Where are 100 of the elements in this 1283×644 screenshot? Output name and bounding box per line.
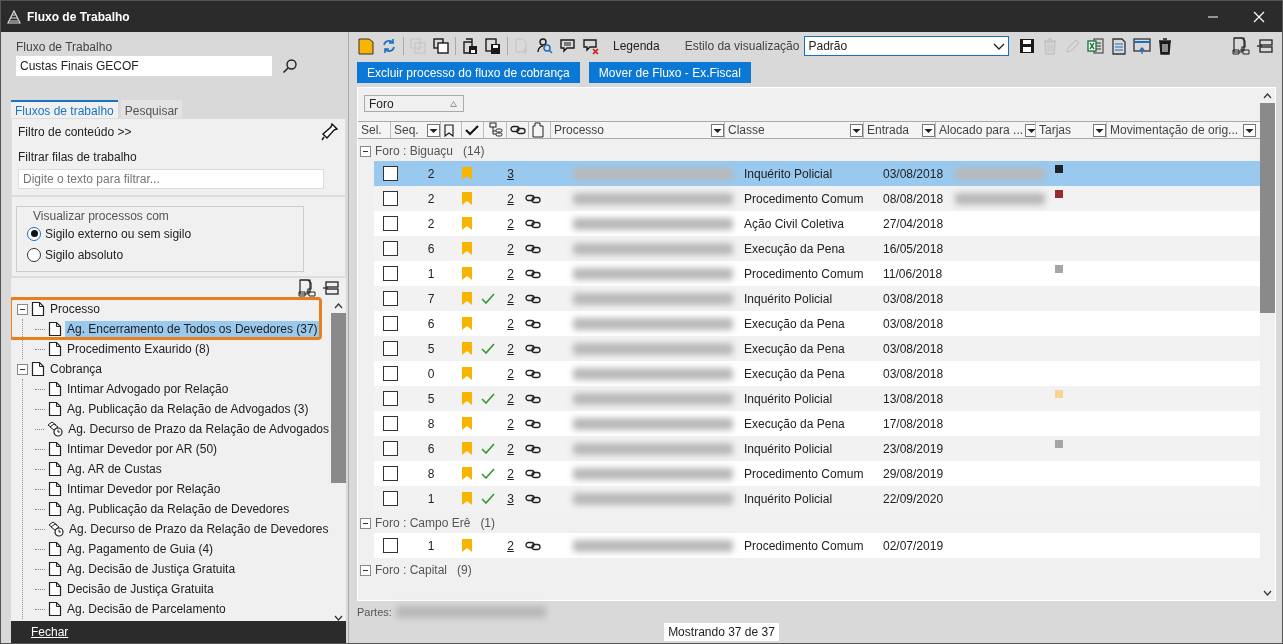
column-header[interactable]: Entrada: [867, 123, 920, 137]
workflow-field[interactable]: Custas Finais GECOF: [16, 56, 272, 76]
row-checkbox[interactable]: [382, 466, 398, 481]
column-header[interactable]: Tarjas: [1039, 123, 1091, 137]
count-link[interactable]: 2: [507, 216, 514, 231]
count-link[interactable]: 2: [507, 538, 514, 553]
save-icon[interactable]: [461, 37, 479, 55]
table-row[interactable]: 6 2 Execução da Pena 03/08/2018: [374, 311, 1260, 336]
tree-item[interactable]: Decisão de Justiça Gratuita: [65, 581, 216, 597]
collapse-toggle-icon[interactable]: [360, 564, 371, 576]
tree-item[interactable]: Intimar Devedor por AR (50): [65, 441, 220, 457]
tree-item[interactable]: Processo: [48, 301, 103, 317]
table-row[interactable]: 0 2 Execução da Pena 03/08/2018: [374, 361, 1260, 386]
row-checkbox[interactable]: [382, 216, 398, 231]
filter-title[interactable]: Filtro de conteúdo >>: [18, 125, 132, 139]
count-link[interactable]: 2: [507, 316, 514, 331]
collapse-toggle-icon[interactable]: [17, 363, 28, 375]
tree-item[interactable]: Ag. Decurso de Prazo da Relação de Advogados: [66, 421, 331, 437]
filter-dropdown-icon[interactable]: [1093, 123, 1106, 137]
count-link[interactable]: 2: [507, 466, 514, 481]
document-icon[interactable]: [1110, 37, 1129, 55]
collapse-toggle-icon[interactable]: [360, 517, 371, 529]
comment-icon[interactable]: [559, 37, 577, 55]
comment-remove-icon[interactable]: [582, 37, 600, 55]
row-checkbox[interactable]: [382, 291, 398, 306]
tree-item[interactable]: Ag. Decisão de Justiça Gratuita: [65, 561, 238, 577]
column-header[interactable]: Alocado para ...: [939, 123, 1024, 137]
group-by-chip[interactable]: Foro: [364, 95, 464, 112]
minimize-icon[interactable]: [1208, 15, 1218, 18]
column-header[interactable]: Classe: [728, 123, 848, 137]
tree-item[interactable]: Ag. AR de Custas: [65, 461, 164, 477]
tree-item[interactable]: Ag. Publicação da Relação de Advogados (3): [65, 401, 311, 417]
count-link[interactable]: 2: [507, 366, 514, 381]
collapse-toggle-icon[interactable]: [360, 145, 371, 157]
count-link[interactable]: 2: [507, 441, 514, 456]
tree-item[interactable]: Cobrança: [48, 361, 105, 377]
tree-item[interactable]: Ag. Decisão de Parcelamento: [65, 601, 228, 617]
tab[interactable]: Pesquisar: [120, 100, 183, 118]
column-header[interactable]: Processo: [554, 123, 709, 137]
radio-option[interactable]: Sigilo absoluto: [27, 244, 124, 265]
column-header[interactable]: Sel.: [361, 123, 390, 137]
refresh-icon[interactable]: [380, 37, 398, 55]
table-row[interactable]: 2 2 Ação Civil Coletiva 27/04/2018: [374, 211, 1260, 236]
row-checkbox[interactable]: [382, 538, 398, 553]
radio-option[interactable]: Sigilo externo ou sem sigilo: [27, 223, 192, 244]
count-link[interactable]: 3: [507, 166, 514, 181]
count-link[interactable]: 2: [507, 391, 514, 406]
count-link[interactable]: 2: [507, 416, 514, 431]
filter-dropdown-icon[interactable]: [922, 123, 935, 137]
table-row[interactable]: 1 2 Procedimento Comum 02/07/2019: [374, 533, 1260, 558]
count-link[interactable]: 2: [507, 291, 514, 306]
count-link[interactable]: 3: [507, 491, 514, 506]
count-link[interactable]: 2: [507, 191, 514, 206]
row-checkbox[interactable]: [382, 241, 398, 256]
row-checkbox[interactable]: [382, 416, 398, 431]
column-header[interactable]: Seq.: [394, 123, 425, 137]
row-checkbox[interactable]: [382, 441, 398, 456]
count-link[interactable]: 2: [507, 266, 514, 281]
table-row[interactable]: 1 2 Procedimento Comum 11/06/2018: [374, 261, 1260, 286]
row-checkbox[interactable]: [382, 391, 398, 406]
filter-dropdown-icon[interactable]: [1243, 123, 1256, 137]
filter-dropdown-icon[interactable]: [427, 123, 440, 137]
tree-item[interactable]: Ag. Encerramento de Todos os Devedores (37): [65, 321, 320, 337]
tab[interactable]: Fluxos de trabalho: [11, 100, 118, 118]
filter-dropdown-icon[interactable]: [1025, 123, 1035, 137]
view-style-dropdown[interactable]: Padrão: [804, 36, 1010, 56]
action-button[interactable]: Mover de Fluxo - Ex.Fiscal: [588, 62, 751, 83]
row-checkbox[interactable]: [382, 191, 398, 206]
window-icon[interactable]: [1133, 37, 1152, 55]
row-checkbox[interactable]: [382, 366, 398, 381]
tree-item[interactable]: Intimar Advogado por Relação: [65, 381, 231, 397]
tree-item[interactable]: Ag. Publicação da Relação de Devedores: [65, 501, 292, 517]
collapse-toggle-icon[interactable]: [17, 303, 28, 315]
tree-item[interactable]: Procedimento Exaurido (8): [65, 341, 212, 357]
close-panel-button[interactable]: Fechar: [11, 621, 346, 643]
person-search-icon[interactable]: [536, 37, 554, 55]
row-checkbox[interactable]: [382, 266, 398, 281]
count-link[interactable]: 2: [507, 241, 514, 256]
table-row[interactable]: 8 2 Execução da Pena 17/08/2018: [374, 411, 1260, 436]
table-row[interactable]: 2 3 Inquérito Policial 03/08/2018: [374, 161, 1260, 186]
copy-icon[interactable]: [432, 37, 450, 55]
count-link[interactable]: 2: [507, 341, 514, 356]
row-checkbox[interactable]: [382, 166, 398, 181]
column-header[interactable]: Movimentação de orig...: [1110, 123, 1241, 137]
filter-dropdown-icon[interactable]: [850, 123, 863, 137]
tree-item[interactable]: Ag. Decurso de Prazo da Relação de Devedores: [67, 521, 331, 537]
filter-field[interactable]: Digite o texto para filtrar...: [18, 169, 324, 189]
table-row[interactable]: 8 2 Procedimento Comum 29/08/2019: [374, 461, 1260, 486]
spreadsheet-icon[interactable]: [1087, 37, 1106, 55]
legend-button[interactable]: Legenda: [613, 39, 660, 53]
tree-item[interactable]: Intimar Devedor por Relação: [65, 481, 223, 497]
save-icon[interactable]: [484, 37, 502, 55]
row-checkbox[interactable]: [382, 316, 398, 331]
row-checkbox[interactable]: [382, 491, 398, 506]
save-icon[interactable]: [1018, 37, 1037, 55]
close-icon[interactable]: [1253, 10, 1265, 23]
filter-dropdown-icon[interactable]: [711, 123, 724, 137]
tree-item[interactable]: Ag. Pagamento de Guia (4): [65, 541, 216, 557]
row-checkbox[interactable]: [382, 341, 398, 356]
note-icon[interactable]: [357, 37, 375, 55]
